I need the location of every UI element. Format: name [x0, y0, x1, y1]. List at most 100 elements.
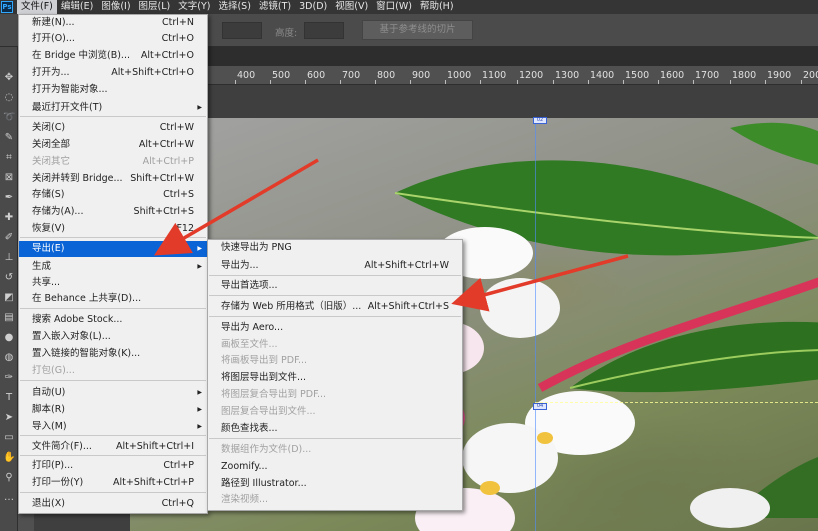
- submenu-arrow-icon: ▶: [197, 245, 202, 252]
- menu-item-search-stock[interactable]: 搜索 Adobe Stock...: [19, 312, 207, 328]
- menu-item-save[interactable]: 存储(S) Ctrl+S: [19, 187, 207, 203]
- move-tool-icon[interactable]: ✥: [3, 72, 15, 84]
- quick-select-tool-icon[interactable]: ✎: [3, 132, 15, 144]
- menu-item-file-info[interactable]: 文件简介(F)... Alt+Shift+Ctrl+I: [19, 439, 207, 455]
- shape-tool-icon[interactable]: ▭: [3, 432, 15, 444]
- menu-edit[interactable]: 编辑(E): [57, 0, 97, 14]
- menu-item-shortcut: Shift+Ctrl+W: [130, 173, 194, 184]
- ruler-tick-mark: [480, 80, 481, 84]
- export-item-paths-illustrator[interactable]: 路径到 Illustrator...: [208, 476, 462, 492]
- path-select-tool-icon[interactable]: ➤: [3, 412, 15, 424]
- blur-tool-icon[interactable]: ●: [3, 332, 15, 344]
- menu-item-label: 将图层复合导出到 PDF...: [221, 389, 327, 400]
- menu-item-place-linked[interactable]: 置入链接的智能对象(K)...: [19, 346, 207, 362]
- menu-item-revert[interactable]: 恢复(V) F12: [19, 221, 207, 237]
- tools-panel: ✥ ◌ ➰ ✎ ⌗ ⊠ ✒ ✚ ✐ ⊥ ↺ ◩ ▤ ● ◍ ✑ T ➤ ▭ ✋ …: [0, 47, 18, 531]
- menu-file[interactable]: 文件(F): [17, 0, 57, 14]
- menu-separator: [20, 237, 206, 238]
- menu-item-open-smart-object[interactable]: 打开为智能对象...: [19, 82, 207, 98]
- menu-item-import[interactable]: 导入(M) ▶: [19, 419, 207, 435]
- export-item-preferences[interactable]: 导出首选项...: [208, 278, 462, 294]
- frame-tool-icon[interactable]: ⊠: [3, 172, 15, 184]
- menu-item-print-one[interactable]: 打印一份(Y) Alt+Shift+Ctrl+P: [19, 475, 207, 491]
- export-submenu: 快速导出为 PNG 导出为... Alt+Shift+Ctrl+W 导出首选项... 存…: [207, 239, 463, 511]
- menu-item-scripts[interactable]: 脚本(R) ▶: [19, 402, 207, 418]
- stamp-tool-icon[interactable]: ⊥: [3, 252, 15, 264]
- menu-item-package: 打包(G)...: [19, 363, 207, 379]
- menu-help[interactable]: 帮助(H): [416, 0, 458, 14]
- menu-item-close[interactable]: 关闭(C) Ctrl+W: [19, 120, 207, 136]
- menu-item-shortcut: Alt+Shift+Ctrl+P: [113, 477, 194, 488]
- menu-item-place-embedded[interactable]: 置入嵌入对象(L)...: [19, 329, 207, 345]
- pen-tool-icon[interactable]: ✑: [3, 372, 15, 384]
- healing-tool-icon[interactable]: ✚: [3, 212, 15, 224]
- menu-3d[interactable]: 3D(D): [295, 0, 331, 14]
- menu-item-shortcut: Shift+Ctrl+S: [133, 206, 194, 217]
- export-item-quick-png[interactable]: 快速导出为 PNG: [208, 240, 462, 256]
- menu-item-share[interactable]: 共享...: [19, 275, 207, 291]
- menu-item-shortcut: F12: [176, 223, 194, 234]
- dodge-tool-icon[interactable]: ◍: [3, 352, 15, 364]
- marquee-tool-icon[interactable]: ◌: [3, 92, 15, 104]
- menu-item-label: 文件简介(F)...: [32, 441, 92, 452]
- menu-type[interactable]: 文字(Y): [174, 0, 214, 14]
- menu-item-close-all[interactable]: 关闭全部 Alt+Ctrl+W: [19, 137, 207, 153]
- eraser-tool-icon[interactable]: ◩: [3, 292, 15, 304]
- export-item-color-lookup[interactable]: 颜色查找表...: [208, 421, 462, 437]
- ruler-tick-label: 2000: [803, 70, 818, 81]
- menu-layer[interactable]: 图层(L): [135, 0, 175, 14]
- export-item-layers-files[interactable]: 将图层导出到文件...: [208, 370, 462, 386]
- history-brush-tool-icon[interactable]: ↺: [3, 272, 15, 284]
- height-field[interactable]: [304, 22, 344, 39]
- export-item-export-as[interactable]: 导出为... Alt+Shift+Ctrl+W: [208, 258, 462, 274]
- more-tools-icon[interactable]: …: [3, 492, 15, 504]
- ruler-tick-label: 1000: [447, 70, 472, 81]
- width-field[interactable]: [222, 22, 262, 39]
- menu-item-label: 置入嵌入对象(L)...: [32, 331, 111, 342]
- menu-item-open-as[interactable]: 打开为... Alt+Shift+Ctrl+O: [19, 65, 207, 81]
- ruler-tick-mark: [270, 80, 271, 84]
- menu-item-label: 打印一份(Y): [32, 477, 84, 488]
- menu-item-automate[interactable]: 自动(U) ▶: [19, 385, 207, 401]
- ruler-tick-mark: [730, 80, 731, 84]
- export-item-aero[interactable]: 导出为 Aero...: [208, 320, 462, 336]
- menu-item-label: 在 Behance 上共享(D)...: [32, 293, 142, 304]
- menu-item-exit[interactable]: 退出(X) Ctrl+Q: [19, 496, 207, 512]
- menu-item-share-behance[interactable]: 在 Behance 上共享(D)...: [19, 291, 207, 307]
- menu-item-open[interactable]: 打开(O)... Ctrl+O: [19, 31, 207, 47]
- submenu-arrow-icon: ▶: [197, 263, 202, 270]
- menu-view[interactable]: 视图(V): [331, 0, 372, 14]
- crop-tool-icon[interactable]: ⌗: [3, 152, 15, 164]
- photoshop-logo: Ps: [1, 1, 13, 13]
- menu-item-recent-files[interactable]: 最近打开文件(T) ▶: [19, 100, 207, 116]
- menu-item-new[interactable]: 新建(N)... Ctrl+N: [19, 15, 207, 31]
- menu-separator: [209, 316, 461, 317]
- ruler-tick-label: 1400: [590, 70, 615, 81]
- menu-select[interactable]: 选择(S): [214, 0, 254, 14]
- menu-item-label: 恢复(V): [32, 223, 65, 234]
- slices-from-guides-button[interactable]: 基于参考线的切片: [362, 20, 473, 40]
- menu-item-browse-bridge[interactable]: 在 Bridge 中浏览(B)... Alt+Ctrl+O: [19, 48, 207, 64]
- export-item-zoomify[interactable]: Zoomify...: [208, 459, 462, 475]
- hand-tool-icon[interactable]: ✋: [3, 452, 15, 464]
- menu-item-print[interactable]: 打印(P)... Ctrl+P: [19, 458, 207, 474]
- menu-item-save-as[interactable]: 存储为(A)... Shift+Ctrl+S: [19, 204, 207, 220]
- type-tool-icon[interactable]: T: [3, 392, 15, 404]
- menu-item-generate[interactable]: 生成 ▶: [19, 259, 207, 275]
- menu-filter[interactable]: 滤镜(T): [255, 0, 295, 14]
- gradient-tool-icon[interactable]: ▤: [3, 312, 15, 324]
- export-item-save-for-web[interactable]: 存储为 Web 所用格式（旧版）... Alt+Shift+Ctrl+S: [208, 299, 462, 315]
- lasso-tool-icon[interactable]: ➰: [3, 112, 15, 124]
- menu-item-close-go-bridge[interactable]: 关闭并转到 Bridge... Shift+Ctrl+W: [19, 171, 207, 187]
- menu-window[interactable]: 窗口(W): [372, 0, 416, 14]
- menu-item-label: 颜色查找表...: [221, 423, 278, 434]
- menu-separator: [20, 435, 206, 436]
- zoom-tool-icon[interactable]: ⚲: [3, 472, 15, 484]
- menu-item-label: 导出(E): [32, 243, 65, 254]
- brush-tool-icon[interactable]: ✐: [3, 232, 15, 244]
- eyedropper-tool-icon[interactable]: ✒: [3, 192, 15, 204]
- menu-item-label: 导出首选项...: [221, 280, 278, 291]
- ruler-tick-label: 1600: [660, 70, 685, 81]
- menu-item-export[interactable]: 导出(E) ▶: [19, 241, 207, 257]
- menu-image[interactable]: 图像(I): [97, 0, 134, 14]
